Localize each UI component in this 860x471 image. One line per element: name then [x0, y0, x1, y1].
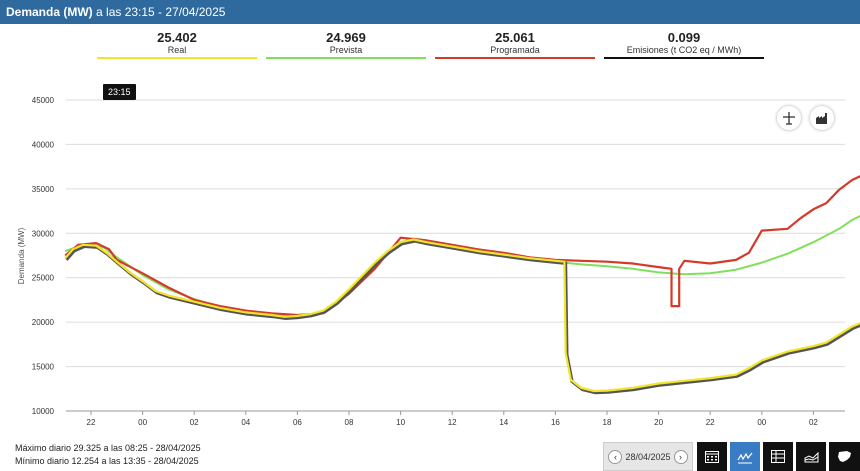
x-tick-label: 00 [757, 418, 766, 427]
stacked-chart-icon [804, 451, 818, 463]
x-tick-label: 22 [87, 418, 96, 427]
x-tick-label: 10 [396, 418, 405, 427]
title-bar: Demanda (MW) a las 23:15 - 27/04/2025 [0, 0, 860, 24]
kpi-emisiones-bar [604, 57, 764, 59]
series-real-shadow [65, 239, 860, 395]
chevron-left-icon[interactable]: ‹ [608, 449, 623, 464]
x-tick-labels: 22 00 02 04 06 08 10 12 14 16 18 20 22 00 02 [87, 411, 818, 427]
kpi-prevista-label: Prevista [329, 45, 363, 55]
title-bold: Demanda (MW) [6, 5, 93, 19]
stacked-chart-button[interactable] [796, 442, 826, 471]
kpi-programada-label: Programada [490, 45, 540, 55]
line-chart-button[interactable] [730, 442, 760, 471]
series-line-programada[interactable] [64, 175, 860, 327]
y-axis-label: Demanda (MW) [17, 227, 26, 284]
calendar-icon [705, 450, 719, 463]
renewables-button[interactable] [777, 106, 801, 130]
kpi-prevista-value: 24.969 [326, 30, 366, 45]
x-tick-label: 06 [293, 418, 302, 427]
line-chart-icon [737, 452, 753, 463]
y-tick-label: 35000 [32, 185, 55, 194]
y-tick-labels: 45000 40000 35000 30000 25000 20000 15000 10000 [32, 96, 55, 416]
factory-icon [816, 113, 827, 124]
wind-turbine-icon [783, 112, 795, 125]
x-tick-label: 14 [499, 418, 508, 427]
y-tick-label: 40000 [32, 140, 55, 149]
kpi-emisiones-value: 0.099 [667, 30, 701, 45]
kpi-real-value: 25.402 [157, 30, 197, 45]
y-tick-label: 15000 [32, 363, 55, 372]
factory-button[interactable] [810, 106, 834, 130]
kpi-programada[interactable]: 25.061 Programada [435, 30, 595, 59]
kpi-programada-value: 25.061 [495, 30, 535, 45]
x-tick-label: 22 [706, 418, 715, 427]
daily-min: Mínimo diario 12.254 a las 13:35 - 28/04… [15, 456, 199, 466]
spain-map-button[interactable] [829, 442, 860, 471]
y-tick-label: 25000 [32, 274, 55, 283]
x-tick-label: 12 [448, 418, 457, 427]
kpi-emisiones[interactable]: 0.099 Emisiones (t CO2 eq / MWh) [604, 30, 764, 59]
x-tick-label: 16 [551, 418, 560, 427]
y-tick-label: 10000 [32, 407, 55, 416]
kpi-real[interactable]: 25.402 Real [97, 30, 257, 59]
daily-max: Máximo diario 29.325 a las 08:25 - 28/04… [15, 443, 201, 453]
current-date[interactable]: 28/04/2025 [625, 452, 670, 462]
y-tick-label: 45000 [32, 96, 55, 105]
y-tick-label: 20000 [32, 318, 55, 327]
chevron-right-icon[interactable]: › [673, 449, 688, 464]
spain-map-icon [837, 450, 851, 462]
x-tick-label: 04 [241, 418, 250, 427]
x-tick-label: 20 [654, 418, 663, 427]
calendar-button[interactable] [697, 442, 727, 471]
y-tick-label: 30000 [32, 229, 55, 238]
time-tooltip: 23:15 [103, 84, 136, 100]
chart-grid [66, 99, 845, 412]
x-tick-label: 02 [190, 418, 199, 427]
x-tick-label: 08 [345, 418, 354, 427]
kpi-emisiones-label: Emisiones (t CO2 eq / MWh) [626, 45, 742, 55]
x-tick-label: 18 [603, 418, 612, 427]
x-tick-label: 00 [138, 418, 147, 427]
kpi-prevista[interactable]: 24.969 Prevista [266, 30, 426, 59]
kpi-strip: 25.402 Real 24.969 Prevista 25.061 Progr… [0, 30, 860, 68]
demand-chart[interactable]: 4500040000350003000025000200001500010000… [0, 80, 860, 440]
table-button[interactable] [763, 442, 793, 471]
title-rest: a las 23:15 - 27/04/2025 [96, 5, 226, 19]
date-navigator: ‹ 28/04/2025 › [603, 442, 693, 471]
kpi-real-label: Real [167, 45, 187, 55]
series-group [64, 175, 860, 395]
x-tick-label: 02 [809, 418, 818, 427]
kpi-real-bar [97, 57, 257, 59]
series-line-real[interactable] [64, 238, 860, 393]
kpi-programada-bar [435, 57, 595, 59]
kpi-prevista-bar [266, 57, 426, 59]
table-icon [771, 450, 785, 463]
